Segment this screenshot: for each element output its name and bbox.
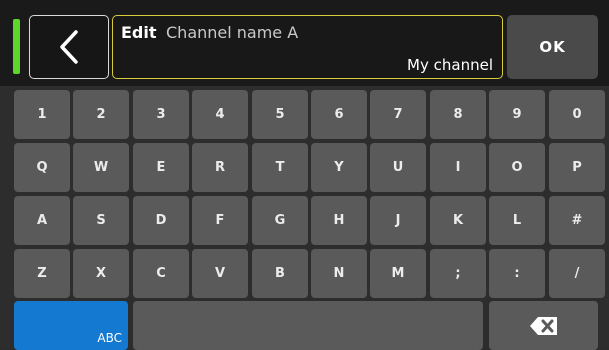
key-Y[interactable]: Y (311, 143, 367, 192)
key-B[interactable]: B (252, 249, 308, 298)
abc-mode-key[interactable]: ABC (14, 301, 128, 350)
key-J[interactable]: J (370, 196, 426, 245)
text-edit-field[interactable]: Edit Channel name A My channel (112, 15, 503, 79)
key-I[interactable]: I (430, 143, 486, 192)
key-T[interactable]: T (252, 143, 308, 192)
edit-field-value: My channel (407, 56, 493, 74)
backspace-key[interactable] (489, 301, 598, 350)
key-A[interactable]: A (14, 196, 70, 245)
key-Z[interactable]: Z (14, 249, 70, 298)
key-/[interactable]: / (549, 249, 605, 298)
key-#[interactable]: # (549, 196, 605, 245)
edit-header: Edit Channel name A My channel OK (0, 0, 609, 86)
key-G[interactable]: G (252, 196, 308, 245)
key-K[interactable]: K (430, 196, 486, 245)
space-key[interactable] (133, 301, 483, 350)
key-3[interactable]: 3 (133, 90, 189, 139)
key-5[interactable]: 5 (252, 90, 308, 139)
key-L[interactable]: L (489, 196, 545, 245)
key-6[interactable]: 6 (311, 90, 367, 139)
key-C[interactable]: C (133, 249, 189, 298)
key-:[interactable]: : (489, 249, 545, 298)
key-H[interactable]: H (311, 196, 367, 245)
key-R[interactable]: R (192, 143, 248, 192)
key-M[interactable]: M (370, 249, 426, 298)
key-8[interactable]: 8 (430, 90, 486, 139)
key-E[interactable]: E (133, 143, 189, 192)
key-U[interactable]: U (370, 143, 426, 192)
key-W[interactable]: W (73, 143, 129, 192)
key-4[interactable]: 4 (192, 90, 248, 139)
key-V[interactable]: V (192, 249, 248, 298)
key-0[interactable]: 0 (549, 90, 605, 139)
key-F[interactable]: F (192, 196, 248, 245)
key-Q[interactable]: Q (14, 143, 70, 192)
chevron-left-icon (60, 30, 78, 64)
status-indicator (13, 19, 20, 74)
keyboard-screen: Edit Channel name A My channel OK ABC 12… (0, 0, 609, 350)
key-S[interactable]: S (73, 196, 129, 245)
back-button[interactable] (29, 15, 109, 79)
backspace-icon (529, 316, 557, 335)
key-9[interactable]: 9 (489, 90, 545, 139)
key-P[interactable]: P (549, 143, 605, 192)
key-1[interactable]: 1 (14, 90, 70, 139)
key-D[interactable]: D (133, 196, 189, 245)
key-7[interactable]: 7 (370, 90, 426, 139)
key-;[interactable]: ; (430, 249, 486, 298)
onscreen-keyboard: ABC 1 2 3 4 5 6 7 8 9 0 Q W E R T Y U I O P A S D F G H J K L # Z X C V B N… (0, 86, 609, 350)
ok-button[interactable]: OK (507, 15, 598, 79)
key-2[interactable]: 2 (73, 90, 129, 139)
key-N[interactable]: N (311, 249, 367, 298)
edit-field-title: Channel name A (166, 23, 299, 42)
key-O[interactable]: O (489, 143, 545, 192)
edit-prefix-label: Edit (121, 23, 157, 42)
abc-key-label: ABC (97, 331, 122, 345)
key-X[interactable]: X (73, 249, 129, 298)
